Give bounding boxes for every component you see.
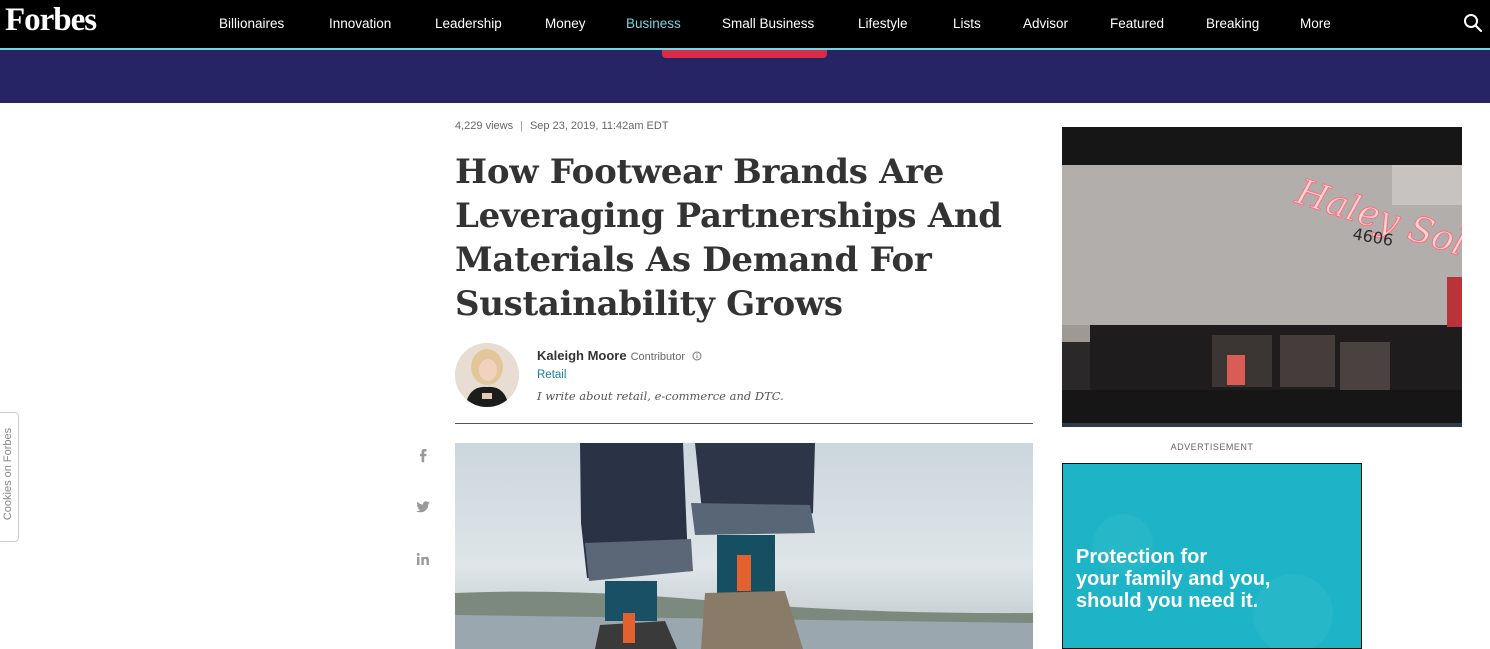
meta-separator: | xyxy=(520,120,523,132)
author-bio: I write about retail, e-commerce and DTC… xyxy=(537,389,784,403)
nav-lifestyle[interactable]: Lifestyle xyxy=(858,16,908,31)
nav-leadership[interactable]: Leadership xyxy=(435,16,502,31)
publish-date: Sep 23, 2019, 11:42am EDT xyxy=(529,120,669,132)
nav-billionaires[interactable]: Billionaires xyxy=(219,16,284,31)
search-icon[interactable] xyxy=(1462,12,1484,34)
nav-business[interactable]: Business xyxy=(626,16,681,31)
banner-button[interactable] xyxy=(662,50,827,58)
nav-innovation[interactable]: Innovation xyxy=(329,16,391,31)
video-player[interactable]: Haley Solar 4606 xyxy=(1062,127,1462,427)
article-meta: 4,229 views | Sep 23, 2019, 11:42am EDT xyxy=(455,120,669,132)
advertisement-banner[interactable]: Protection for your family and you, shou… xyxy=(1062,463,1362,649)
ad-text-line: should you need it. xyxy=(1076,590,1259,612)
nav-breaking[interactable]: Breaking xyxy=(1206,16,1259,31)
cookies-tab[interactable]: Cookies on Forbes xyxy=(0,412,19,542)
linkedin-icon[interactable] xyxy=(414,550,432,568)
nav-lists[interactable]: Lists xyxy=(953,16,981,31)
top-nav: Forbes Billionaires Innovation Leadershi… xyxy=(0,0,1490,50)
nav-more[interactable]: More xyxy=(1300,16,1331,31)
facebook-icon[interactable] xyxy=(414,446,432,464)
nav-money[interactable]: Money xyxy=(545,16,586,31)
author-role: Contributor xyxy=(630,351,685,363)
author-line: Kaleigh Moore Contributor xyxy=(537,348,702,363)
ad-text-line: Protection for xyxy=(1076,546,1208,568)
twitter-icon[interactable] xyxy=(414,498,432,516)
forbes-logo[interactable]: Forbes xyxy=(5,2,97,39)
author-name[interactable]: Kaleigh Moore xyxy=(537,348,627,363)
nav-featured[interactable]: Featured xyxy=(1110,16,1164,31)
hero-image xyxy=(455,443,1033,649)
nav-small-business[interactable]: Small Business xyxy=(722,16,814,31)
promo-banner xyxy=(0,50,1490,103)
author-avatar[interactable] xyxy=(455,343,519,407)
ad-headline: Protection for your family and you, shou… xyxy=(1076,546,1270,612)
ad-text-line: your family and you, xyxy=(1076,568,1271,590)
view-count: 4,229 views xyxy=(455,120,514,132)
advertisement-label: ADVERTISEMENT xyxy=(1170,442,1254,452)
nav-advisor[interactable]: Advisor xyxy=(1023,16,1068,31)
author-divider xyxy=(455,423,1033,424)
article-headline: How Footwear Brands Are Leveraging Partn… xyxy=(455,152,1002,324)
author-section-link[interactable]: Retail xyxy=(537,369,566,381)
cookies-tab-label: Cookies on Forbes xyxy=(2,427,14,521)
info-icon[interactable] xyxy=(692,349,702,361)
